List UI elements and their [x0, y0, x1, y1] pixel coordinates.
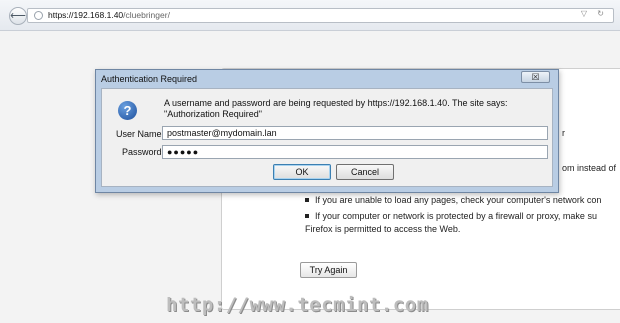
back-arrow-icon: ⟵ [10, 9, 26, 22]
address-bar[interactable]: https://192.168.1.40/cluebringer/ ▽ ↻ [27, 8, 614, 23]
close-button[interactable]: ☒ [521, 71, 550, 83]
auth-dialog: Authentication Required ☒ ? A username a… [95, 69, 559, 193]
partial-error-text-2: r [562, 128, 565, 138]
url-dropdown-reload-icons[interactable]: ▽ ↻ [581, 9, 608, 18]
username-label: User Name: [116, 129, 165, 139]
close-icon: ☒ [531, 72, 540, 82]
browser-toolbar: ⟵ https://192.168.1.40/cluebringer/ ▽ ↻ [0, 0, 620, 31]
globe-icon [34, 11, 43, 20]
watermark-text: http://www.tecmint.com [166, 294, 429, 316]
list-item: If your computer or network is protected… [305, 210, 620, 236]
password-label: Password: [122, 147, 165, 157]
ok-button[interactable]: OK [273, 164, 331, 180]
url-path: /cluebringer/ [123, 10, 170, 20]
password-field[interactable]: ●●●●● [162, 145, 548, 159]
partial-error-text: om instead of [562, 163, 617, 173]
cancel-button[interactable]: Cancel [336, 164, 394, 180]
question-icon: ? [118, 101, 137, 120]
username-field[interactable]: postmaster@mydomain.lan [162, 126, 548, 140]
url-text: https://192.168.1.40/cluebringer/ [48, 10, 170, 20]
list-item: If you are unable to load any pages, che… [305, 194, 620, 207]
dialog-title: Authentication Required [101, 74, 198, 84]
dialog-body: ? A username and password are being requ… [101, 88, 553, 187]
url-host: https://192.168.1.40 [48, 10, 124, 20]
suggestion-list: If you are unable to load any pages, che… [305, 194, 620, 239]
auth-message: A username and password are being reques… [164, 98, 508, 119]
back-button[interactable]: ⟵ [9, 7, 27, 25]
try-again-button[interactable]: Try Again [300, 262, 357, 278]
